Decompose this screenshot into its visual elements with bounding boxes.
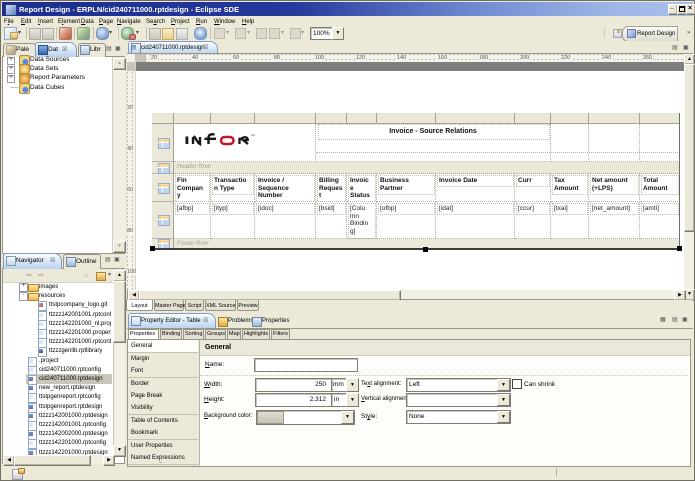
svg-text:™: ™ [251, 134, 256, 139]
